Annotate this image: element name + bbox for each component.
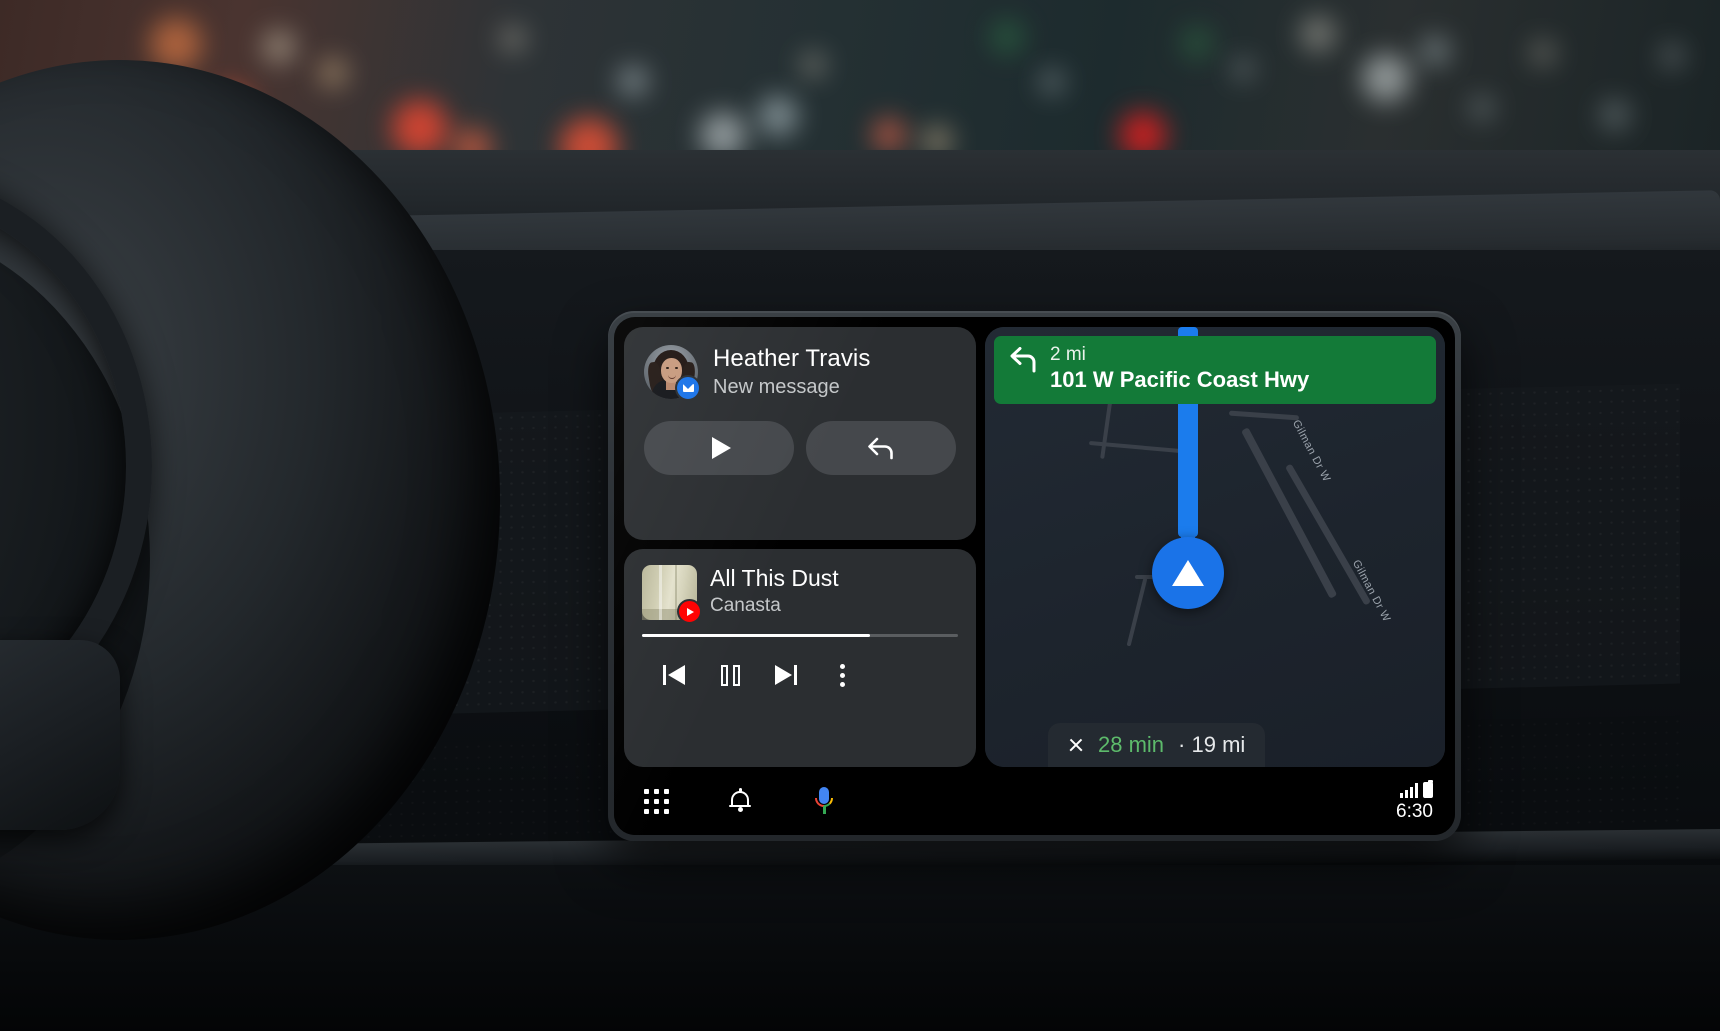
battery-icon <box>1423 780 1433 798</box>
apps-button[interactable] <box>636 781 676 821</box>
close-icon[interactable] <box>1068 737 1084 753</box>
pause-button[interactable] <box>702 653 758 697</box>
envelope-icon <box>682 384 694 393</box>
bokeh-light <box>1232 58 1254 80</box>
bokeh-light <box>990 20 1024 54</box>
next-track-button[interactable] <box>758 653 814 697</box>
google-assistant-mic-icon <box>815 787 833 815</box>
message-header: Heather Travis New message <box>644 345 956 402</box>
media-controls <box>642 653 958 697</box>
turn-left-icon <box>1008 347 1038 373</box>
message-actions <box>644 421 956 476</box>
left-column: Heather Travis New message All This Dust… <box>624 327 976 767</box>
puck-arrow <box>1172 560 1204 586</box>
youtube-music-badge-icon <box>677 599 702 624</box>
eta-time: 28 min <box>1098 732 1165 757</box>
cellular-signal-icon <box>1400 783 1418 798</box>
eta-distance: · 19 mi <box>1178 732 1246 757</box>
bokeh-light <box>1600 100 1630 130</box>
assistant-button[interactable] <box>804 781 844 821</box>
bokeh-light <box>318 58 348 88</box>
playback-progress-bar[interactable] <box>642 634 958 637</box>
notifications-button[interactable] <box>720 781 760 821</box>
bokeh-light <box>1470 96 1494 120</box>
message-card[interactable]: Heather Travis New message <box>624 327 976 540</box>
play-icon <box>711 437 731 460</box>
track-title: All This Dust <box>710 565 839 591</box>
media-card[interactable]: All This Dust Canasta <box>624 549 976 767</box>
bell-icon <box>729 788 751 813</box>
bokeh-light <box>1300 16 1336 52</box>
pause-icon <box>720 664 740 686</box>
navigation-street: 101 W Pacific Coast Hwy <box>1050 367 1310 392</box>
navigation-banner[interactable]: 2 mi 101 W Pacific Coast Hwy <box>994 336 1436 404</box>
bokeh-light <box>1362 54 1410 102</box>
head-unit-bezel: Heather Travis New message All This Dust… <box>608 311 1461 841</box>
message-app-badge-icon <box>675 375 701 402</box>
bokeh-light <box>1420 36 1450 66</box>
head-unit-screen[interactable]: Heather Travis New message All This Dust… <box>614 317 1455 835</box>
bokeh-light <box>872 118 906 152</box>
status-area: 6:30 <box>1396 780 1433 822</box>
overflow-menu-icon <box>839 663 845 687</box>
avatar <box>644 345 701 402</box>
media-overflow-button[interactable] <box>814 653 870 697</box>
play-message-button[interactable] <box>644 421 794 476</box>
navigation-text-block: 2 mi 101 W Pacific Coast Hwy <box>1050 345 1309 393</box>
scene: 41 pu 42 pu 41 pu ▮ 12 ft <box>0 0 1720 1031</box>
bokeh-light <box>1530 40 1556 66</box>
track-text-block: All This Dust Canasta <box>710 565 839 618</box>
bokeh-light <box>1180 26 1214 60</box>
message-status: New message <box>713 376 840 399</box>
steering-wheel-hub <box>0 640 120 830</box>
sender-name: Heather Travis <box>713 345 871 372</box>
album-art-thumbnail <box>642 565 702 624</box>
navigation-distance: 2 mi <box>1050 344 1086 365</box>
bokeh-light <box>800 52 826 78</box>
playback-progress-fill <box>642 634 870 637</box>
skip-next-icon <box>775 665 797 685</box>
taskbar-left <box>636 781 844 821</box>
navigation-puck-arrow-icon <box>1152 537 1224 609</box>
clock: 6:30 <box>1396 801 1433 822</box>
reply-arrow-icon <box>868 438 893 460</box>
reply-message-button[interactable] <box>806 421 956 476</box>
bokeh-light <box>262 30 296 64</box>
message-text-block: Heather Travis New message <box>713 345 870 399</box>
status-icons <box>1400 780 1433 798</box>
bokeh-light <box>758 96 798 136</box>
track-artist: Canasta <box>710 595 781 617</box>
previous-track-button[interactable] <box>646 653 702 697</box>
bokeh-light <box>1660 44 1684 68</box>
skip-previous-icon <box>663 665 685 685</box>
taskbar: 6:30 <box>614 767 1455 835</box>
media-header: All This Dust Canasta <box>642 565 958 624</box>
bokeh-light <box>1040 70 1064 94</box>
bokeh-light <box>618 66 648 96</box>
bokeh-light <box>392 100 448 156</box>
play-triangle-icon <box>687 607 694 616</box>
navigation-map-card[interactable]: Gilman Dr W Gilman Dr W 2 mi 101 W Pacif… <box>985 327 1445 767</box>
app-grid-icon <box>643 788 669 814</box>
home-screen-content: Heather Travis New message All This Dust… <box>624 327 1445 767</box>
eta-pill[interactable]: 28 min · 19 mi <box>1048 723 1266 767</box>
album-art-stripe-1 <box>659 565 662 620</box>
bokeh-light <box>500 26 526 52</box>
